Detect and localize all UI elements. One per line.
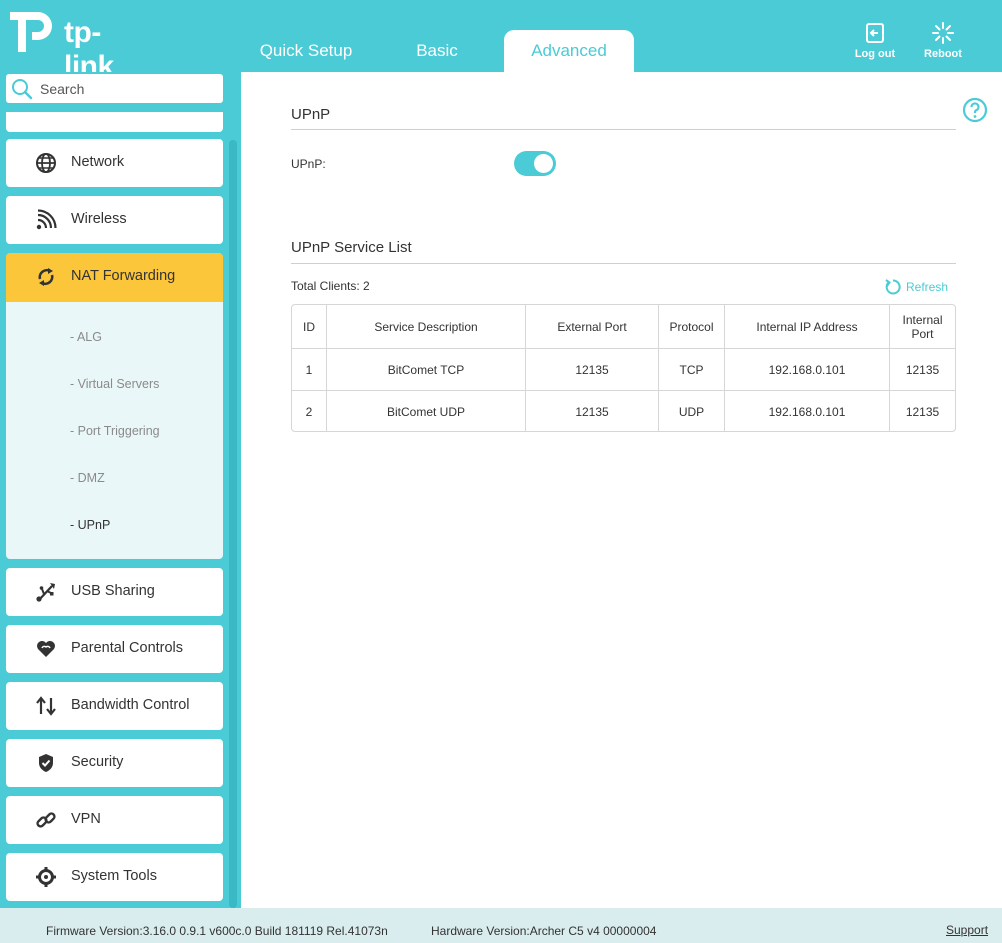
nat-forwarding-submenu: - ALG - Virtual Servers - Port Triggerin… xyxy=(6,302,223,559)
service-list-divider xyxy=(291,263,956,264)
shield-icon xyxy=(39,754,53,772)
upnp-service-table: ID Service Description External Port Pro… xyxy=(291,304,956,432)
arrows-icon xyxy=(36,696,56,716)
link-icon xyxy=(36,812,56,828)
tp-link-logo: tp-link xyxy=(6,4,146,83)
sidebar-item-label: VPN xyxy=(71,811,101,827)
search-icon xyxy=(12,79,33,100)
sidebar-item-vpn[interactable]: VPN xyxy=(6,796,223,844)
help-icon xyxy=(962,97,988,123)
cell-protocol: UDP xyxy=(659,391,725,431)
sidebar-item-wireless[interactable]: Wireless xyxy=(6,196,223,244)
cell-external-port: 12135 xyxy=(526,391,659,431)
submenu-item-port-triggering[interactable]: - Port Triggering xyxy=(70,424,160,438)
cell-service-description: BitComet UDP xyxy=(327,391,526,431)
logout-icon xyxy=(866,23,884,43)
gear-icon xyxy=(36,867,56,887)
table-row: 1 BitComet TCP 12135 TCP 192.168.0.101 1… xyxy=(292,348,955,390)
sidebar-item-usb-sharing[interactable]: USB Sharing xyxy=(6,568,223,616)
cell-internal-port: 12135 xyxy=(905,362,940,377)
help-button[interactable] xyxy=(962,97,988,128)
firmware-version: Firmware Version:3.16.0 0.9.1 v600c.0 Bu… xyxy=(46,924,388,938)
submenu-item-alg[interactable]: - ALG xyxy=(70,330,102,344)
reboot-icon xyxy=(932,22,954,44)
header-service-description: Service Description xyxy=(327,305,526,348)
main-content: UPnP UPnP: UPnP Service List Total Clien… xyxy=(241,72,1002,908)
top-header: tp-link Quick Setup Basic Advanced Log o… xyxy=(0,0,1002,83)
reboot-button[interactable]: Reboot xyxy=(913,22,973,60)
tp-link-logo-mark xyxy=(10,12,52,52)
wifi-icon xyxy=(36,209,57,230)
refresh-icon xyxy=(885,279,901,295)
cell-external-port: 12135 xyxy=(526,349,659,390)
sidebar-item-label: Security xyxy=(71,754,124,770)
sidebar-item-label: USB Sharing xyxy=(71,583,155,599)
service-list-title: UPnP Service List xyxy=(291,239,412,256)
reboot-label: Reboot xyxy=(924,48,962,60)
sidebar-item-parental-controls[interactable]: Parental Controls xyxy=(6,625,223,673)
sidebar-scrollbar[interactable] xyxy=(229,140,237,908)
cell-id: 1 xyxy=(292,349,327,390)
logout-button[interactable]: Log out xyxy=(845,22,905,60)
sidebar-item-label: Bandwidth Control xyxy=(71,697,190,713)
toggle-knob xyxy=(534,154,553,173)
sidebar-item-bandwidth-control[interactable]: Bandwidth Control xyxy=(6,682,223,730)
globe-icon xyxy=(36,153,56,173)
header-protocol: Protocol xyxy=(659,305,725,348)
search-input[interactable] xyxy=(40,78,215,99)
tab-basic[interactable]: Basic xyxy=(372,30,502,72)
sidebar-item-nat-forwarding[interactable]: NAT Forwarding xyxy=(6,253,223,302)
header-internal-ip: Internal IP Address xyxy=(725,305,890,348)
support-link[interactable]: Support xyxy=(946,923,988,937)
sidebar: Network Wireless NAT Forwarding - ALG - … xyxy=(0,72,241,908)
cell-service-description: BitComet TCP xyxy=(327,349,526,390)
hardware-version: Hardware Version:Archer C5 v4 00000004 xyxy=(431,924,657,938)
upnp-label: UPnP: xyxy=(291,157,326,171)
total-clients: Total Clients: 2 xyxy=(291,279,370,293)
header-internal-port: Internal Port xyxy=(902,312,943,341)
cell-internal-ip: 192.168.0.101 xyxy=(725,349,890,390)
sidebar-item-label: NAT Forwarding xyxy=(71,268,176,284)
usb-icon xyxy=(36,583,55,602)
upnp-divider xyxy=(291,129,956,130)
submenu-item-virtual-servers[interactable]: - Virtual Servers xyxy=(70,377,159,391)
sidebar-item-label: Parental Controls xyxy=(71,640,184,656)
upnp-section-title: UPnP xyxy=(291,106,331,123)
submenu-item-upnp[interactable]: - UPnP xyxy=(70,518,110,532)
tab-quick-setup[interactable]: Quick Setup xyxy=(241,30,371,72)
cell-internal-ip: 192.168.0.101 xyxy=(725,391,890,431)
sidebar-item-network[interactable]: Network xyxy=(6,139,223,187)
sidebar-item-label: Wireless xyxy=(71,211,127,227)
table-row: 2 BitComet UDP 12135 UDP 192.168.0.101 1… xyxy=(292,390,955,431)
cell-protocol: TCP xyxy=(659,349,725,390)
sidebar-item-security[interactable]: Security xyxy=(6,739,223,787)
logout-label: Log out xyxy=(854,48,896,60)
upnp-toggle[interactable] xyxy=(514,151,556,176)
search-box[interactable] xyxy=(6,74,223,103)
header-id: ID xyxy=(292,305,327,348)
table-header-row: ID Service Description External Port Pro… xyxy=(292,305,955,348)
sidebar-item-label: System Tools xyxy=(71,868,157,884)
sidebar-item-label: Network xyxy=(71,154,125,170)
heart-icon xyxy=(37,641,55,657)
sidebar-item-status[interactable] xyxy=(6,112,223,132)
tab-advanced[interactable]: Advanced xyxy=(504,30,634,72)
cell-internal-port: 12135 xyxy=(905,404,940,419)
cell-id: 2 xyxy=(292,391,327,431)
sidebar-item-system-tools[interactable]: System Tools xyxy=(6,853,223,901)
nat-icon xyxy=(38,268,54,286)
refresh-label: Refresh xyxy=(906,280,949,294)
submenu-item-dmz[interactable]: - DMZ xyxy=(70,471,105,485)
footer: Firmware Version:3.16.0 0.9.1 v600c.0 Bu… xyxy=(0,908,1002,943)
header-external-port: External Port xyxy=(526,305,659,348)
